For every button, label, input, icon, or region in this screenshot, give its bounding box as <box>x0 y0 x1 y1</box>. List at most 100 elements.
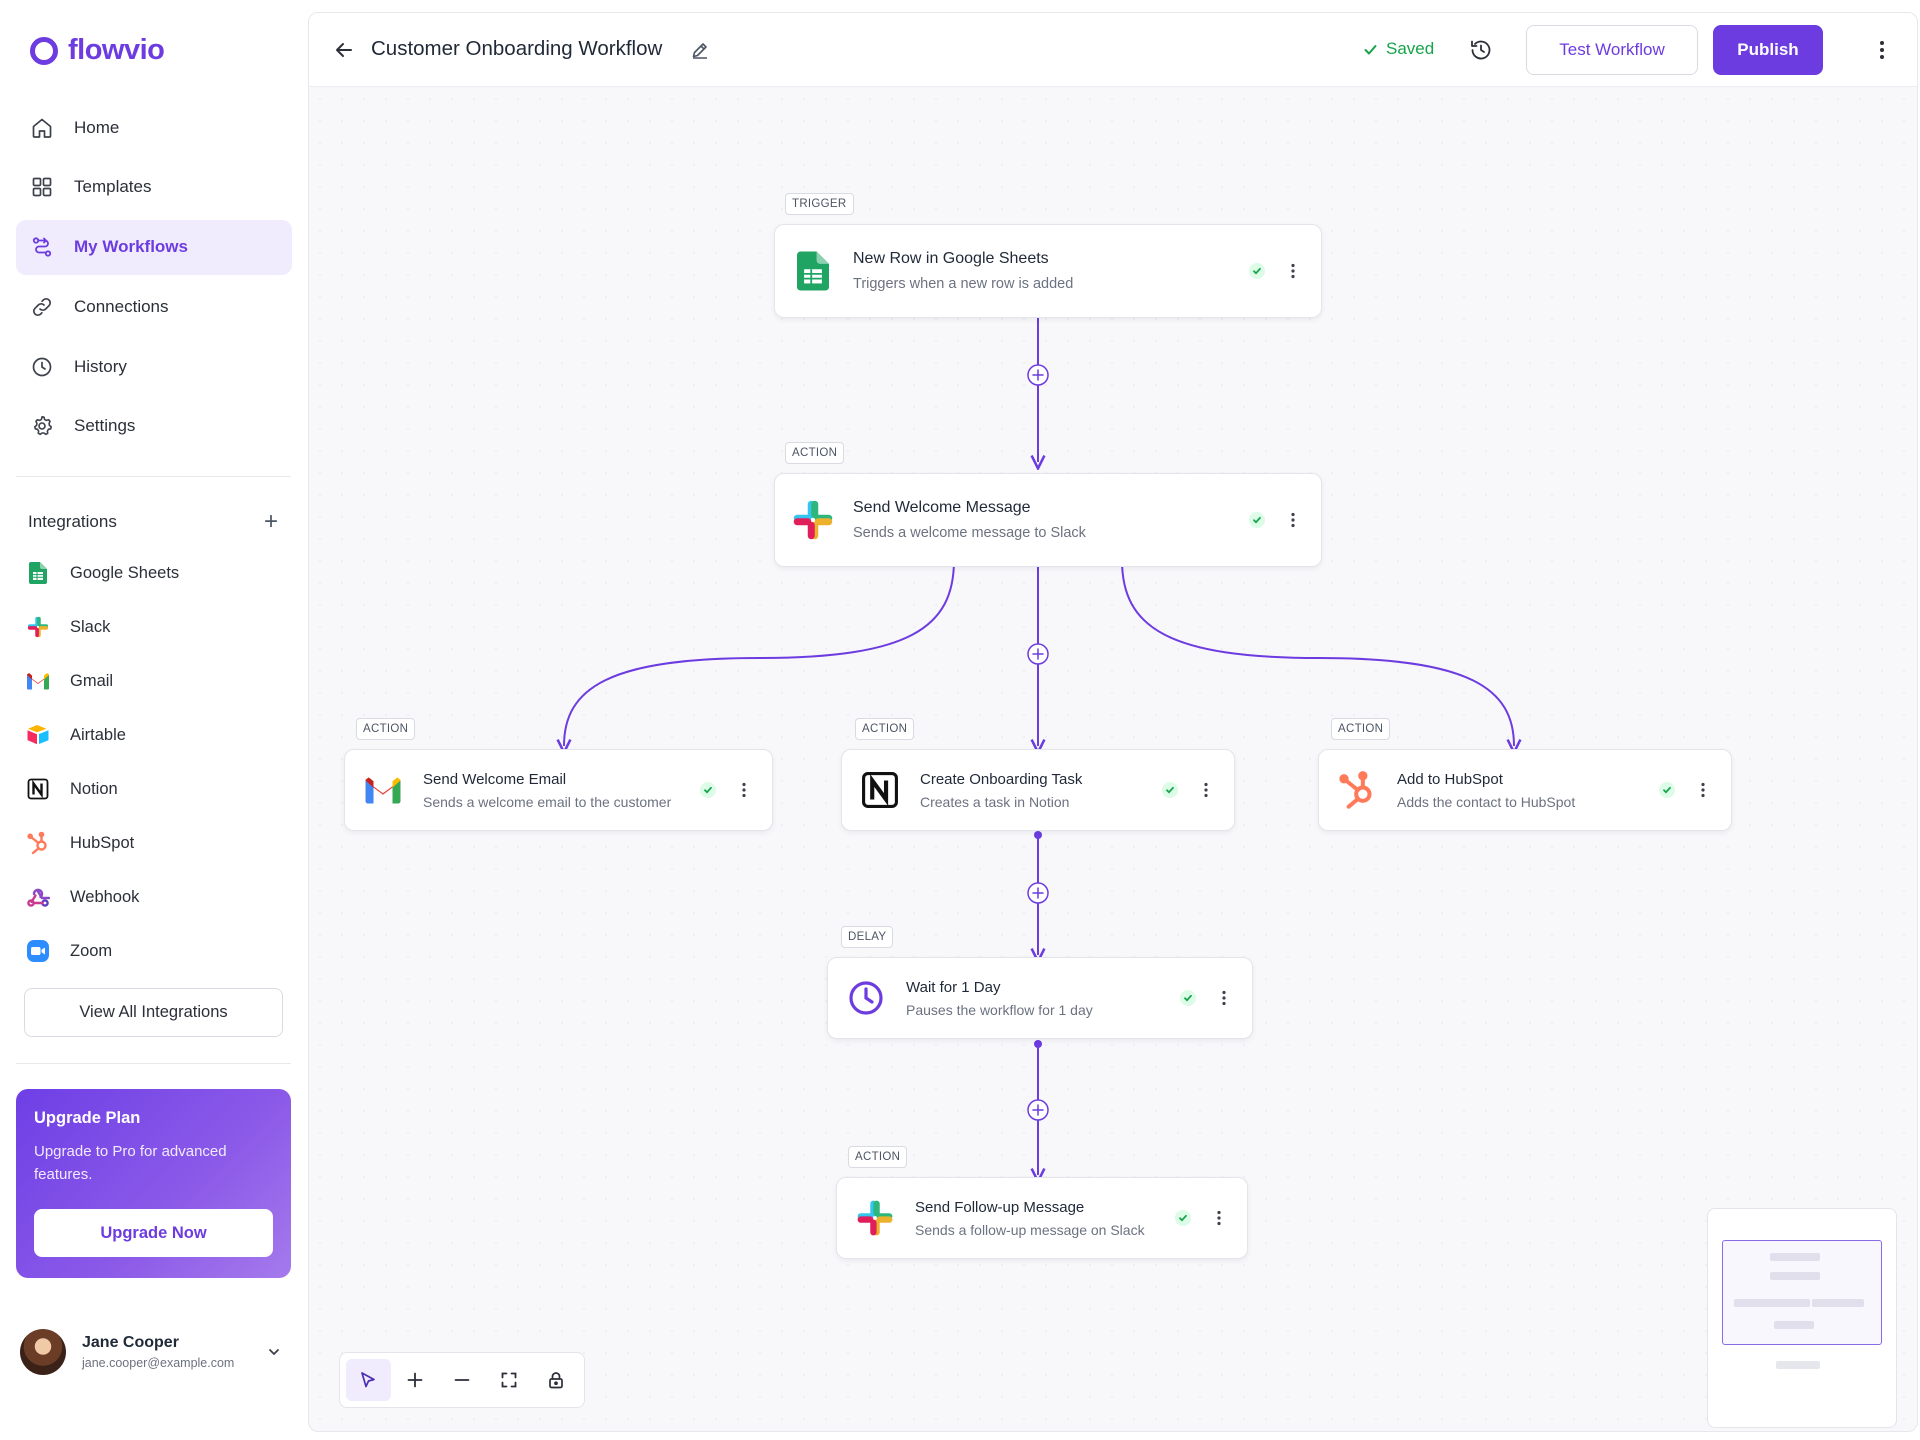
grid-icon <box>32 177 52 197</box>
nav-label: Home <box>74 117 120 137</box>
sidebar: flowvio Home Templates My Workflows Conn… <box>0 0 306 1440</box>
node-tag: ACTION <box>848 1146 908 1168</box>
editor-header: Customer Onboarding Workflow Saved Test … <box>309 13 1917 87</box>
canvas-minimap[interactable] <box>1707 1208 1897 1428</box>
node-tag: ACTION <box>785 442 845 464</box>
nav-label: Settings <box>74 416 136 436</box>
upgrade-now-button[interactable]: Upgrade Now <box>34 1209 273 1257</box>
node-send-welcome-message[interactable]: Send Welcome Message Sends a welcome mes… <box>774 473 1322 567</box>
node-menu-icon[interactable] <box>1209 1208 1229 1228</box>
node-title: Send Follow-up Message <box>915 1198 1085 1216</box>
status-ok-icon <box>1659 782 1675 798</box>
node-text: Wait for 1 Day Pauses the workflow for 1… <box>906 979 1180 1018</box>
notion-icon <box>26 777 50 801</box>
fullscreen-icon <box>501 1372 517 1388</box>
node-description: Creates a task in Notion <box>920 793 1070 810</box>
nav-label: My Workflows <box>74 237 188 257</box>
node-tag: ACTION <box>855 718 915 740</box>
node-send-follow-up-message[interactable]: Send Follow-up Message Sends a follow-up… <box>836 1177 1248 1259</box>
clock-icon <box>844 976 888 1020</box>
status-ok-icon <box>1249 263 1265 279</box>
slack-icon <box>853 1196 897 1240</box>
slack-icon <box>26 615 50 639</box>
node-create-onboarding-task[interactable]: Create Onboarding Task Creates a task in… <box>841 749 1235 831</box>
edge-message-to-hubspot <box>1121 559 1514 746</box>
integration-item-gmail[interactable]: Gmail <box>22 654 292 708</box>
app-logo[interactable]: flowvio <box>30 34 165 67</box>
integrations-title: Integrations <box>28 512 117 531</box>
fit-view-button[interactable] <box>486 1359 531 1401</box>
test-workflow-button[interactable]: Test Workflow <box>1526 25 1698 75</box>
integration-item-zoom[interactable]: Zoom <box>22 924 292 978</box>
node-text: Send Welcome Email Sends a welcome email… <box>423 771 700 810</box>
workflow-title[interactable]: Customer Onboarding Workflow <box>371 37 662 61</box>
user-menu[interactable]: Jane Cooper jane.cooper@example.com <box>20 1328 288 1376</box>
nav-item-history[interactable]: History <box>16 339 292 394</box>
node-menu-icon[interactable] <box>1283 510 1303 530</box>
node-title: Wait for 1 Day <box>906 978 1001 996</box>
nav-item-my-workflows[interactable]: My Workflows <box>16 219 292 275</box>
nav-item-connections[interactable]: Connections <box>16 279 292 334</box>
node-description: Sends a follow-up message on Slack <box>915 1221 1145 1238</box>
node-text: Send Follow-up Message Sends a follow-up… <box>915 1199 1175 1238</box>
link-icon <box>32 297 52 316</box>
version-history-icon[interactable] <box>1468 37 1494 63</box>
slack-icon <box>791 498 835 542</box>
node-description: Sends a welcome message to Slack <box>853 525 1086 541</box>
integrations-list: Google Sheets Slack Gmail Airtable Notio… <box>22 546 292 978</box>
zoom-out-button[interactable] <box>440 1359 485 1401</box>
workflow-editor: Customer Onboarding Workflow Saved Test … <box>308 12 1918 1432</box>
pencil-icon[interactable] <box>690 40 710 60</box>
nav-item-home[interactable]: Home <box>16 100 292 155</box>
integration-item-slack[interactable]: Slack <box>22 600 292 654</box>
integration-item-notion[interactable]: Notion <box>22 762 292 816</box>
node-tag: ACTION <box>1331 718 1391 740</box>
status-ok-icon <box>1162 782 1178 798</box>
home-icon <box>32 118 52 138</box>
integration-label: Notion <box>70 779 118 798</box>
integration-item-airtable[interactable]: Airtable <box>22 708 292 762</box>
integration-item-hubspot[interactable]: HubSpot <box>22 816 292 870</box>
node-text: New Row in Google Sheets Triggers when a… <box>853 250 1249 292</box>
node-description: Adds the contact to HubSpot <box>1397 793 1576 810</box>
integration-item-google-sheets[interactable]: Google Sheets <box>22 546 292 600</box>
add-integration-icon[interactable]: + <box>264 510 278 534</box>
node-menu-icon[interactable] <box>1214 988 1234 1008</box>
node-description: Triggers when a new row is added <box>853 276 1074 292</box>
node-menu-icon[interactable] <box>1693 780 1713 800</box>
node-text: Send Welcome Message Sends a welcome mes… <box>853 499 1249 541</box>
node-menu-icon[interactable] <box>1196 780 1216 800</box>
node-description: Sends a welcome email to the customer <box>423 793 672 810</box>
back-arrow-icon[interactable] <box>331 37 357 63</box>
publish-button[interactable]: Publish <box>1713 25 1823 75</box>
nav-item-settings[interactable]: Settings <box>16 399 292 454</box>
select-tool-button[interactable] <box>346 1359 391 1401</box>
view-all-integrations-button[interactable]: View All Integrations <box>24 988 283 1037</box>
user-info: Jane Cooper jane.cooper@example.com <box>82 1334 234 1370</box>
node-menu-icon[interactable] <box>1283 261 1303 281</box>
airtable-icon <box>26 723 50 747</box>
upgrade-title: Upgrade Plan <box>34 1109 141 1127</box>
node-add-to-hubspot[interactable]: Add to HubSpot Adds the contact to HubSp… <box>1318 749 1732 831</box>
zoom-in-button[interactable] <box>393 1359 438 1401</box>
logo-mark-icon <box>30 36 58 65</box>
gear-icon <box>34 416 52 436</box>
more-options-icon[interactable] <box>1869 37 1895 63</box>
node-title: Send Welcome Email <box>423 770 567 788</box>
integration-item-webhook[interactable]: Webhook <box>22 870 292 924</box>
hubspot-icon <box>26 831 50 855</box>
chevron-down-icon <box>269 1349 279 1355</box>
node-send-welcome-email[interactable]: Send Welcome Email Sends a welcome email… <box>344 749 773 831</box>
hubspot-icon <box>1335 768 1379 812</box>
cursor-icon <box>361 1372 376 1388</box>
node-text: Add to HubSpot Adds the contact to HubSp… <box>1397 771 1659 810</box>
minimap-viewport[interactable] <box>1722 1240 1882 1345</box>
workflow-canvas[interactable]: TRIGGER New Row in Google Sheets Trigger… <box>309 88 1917 1431</box>
lock-canvas-button[interactable] <box>533 1359 578 1401</box>
node-menu-icon[interactable] <box>734 780 754 800</box>
node-trigger-google-sheets[interactable]: New Row in Google Sheets Triggers when a… <box>774 224 1322 318</box>
node-wait-delay[interactable]: Wait for 1 Day Pauses the workflow for 1… <box>827 957 1253 1039</box>
avatar <box>20 1329 66 1375</box>
nav-item-templates[interactable]: Templates <box>16 160 292 215</box>
user-email: jane.cooper@example.com <box>82 1356 235 1370</box>
